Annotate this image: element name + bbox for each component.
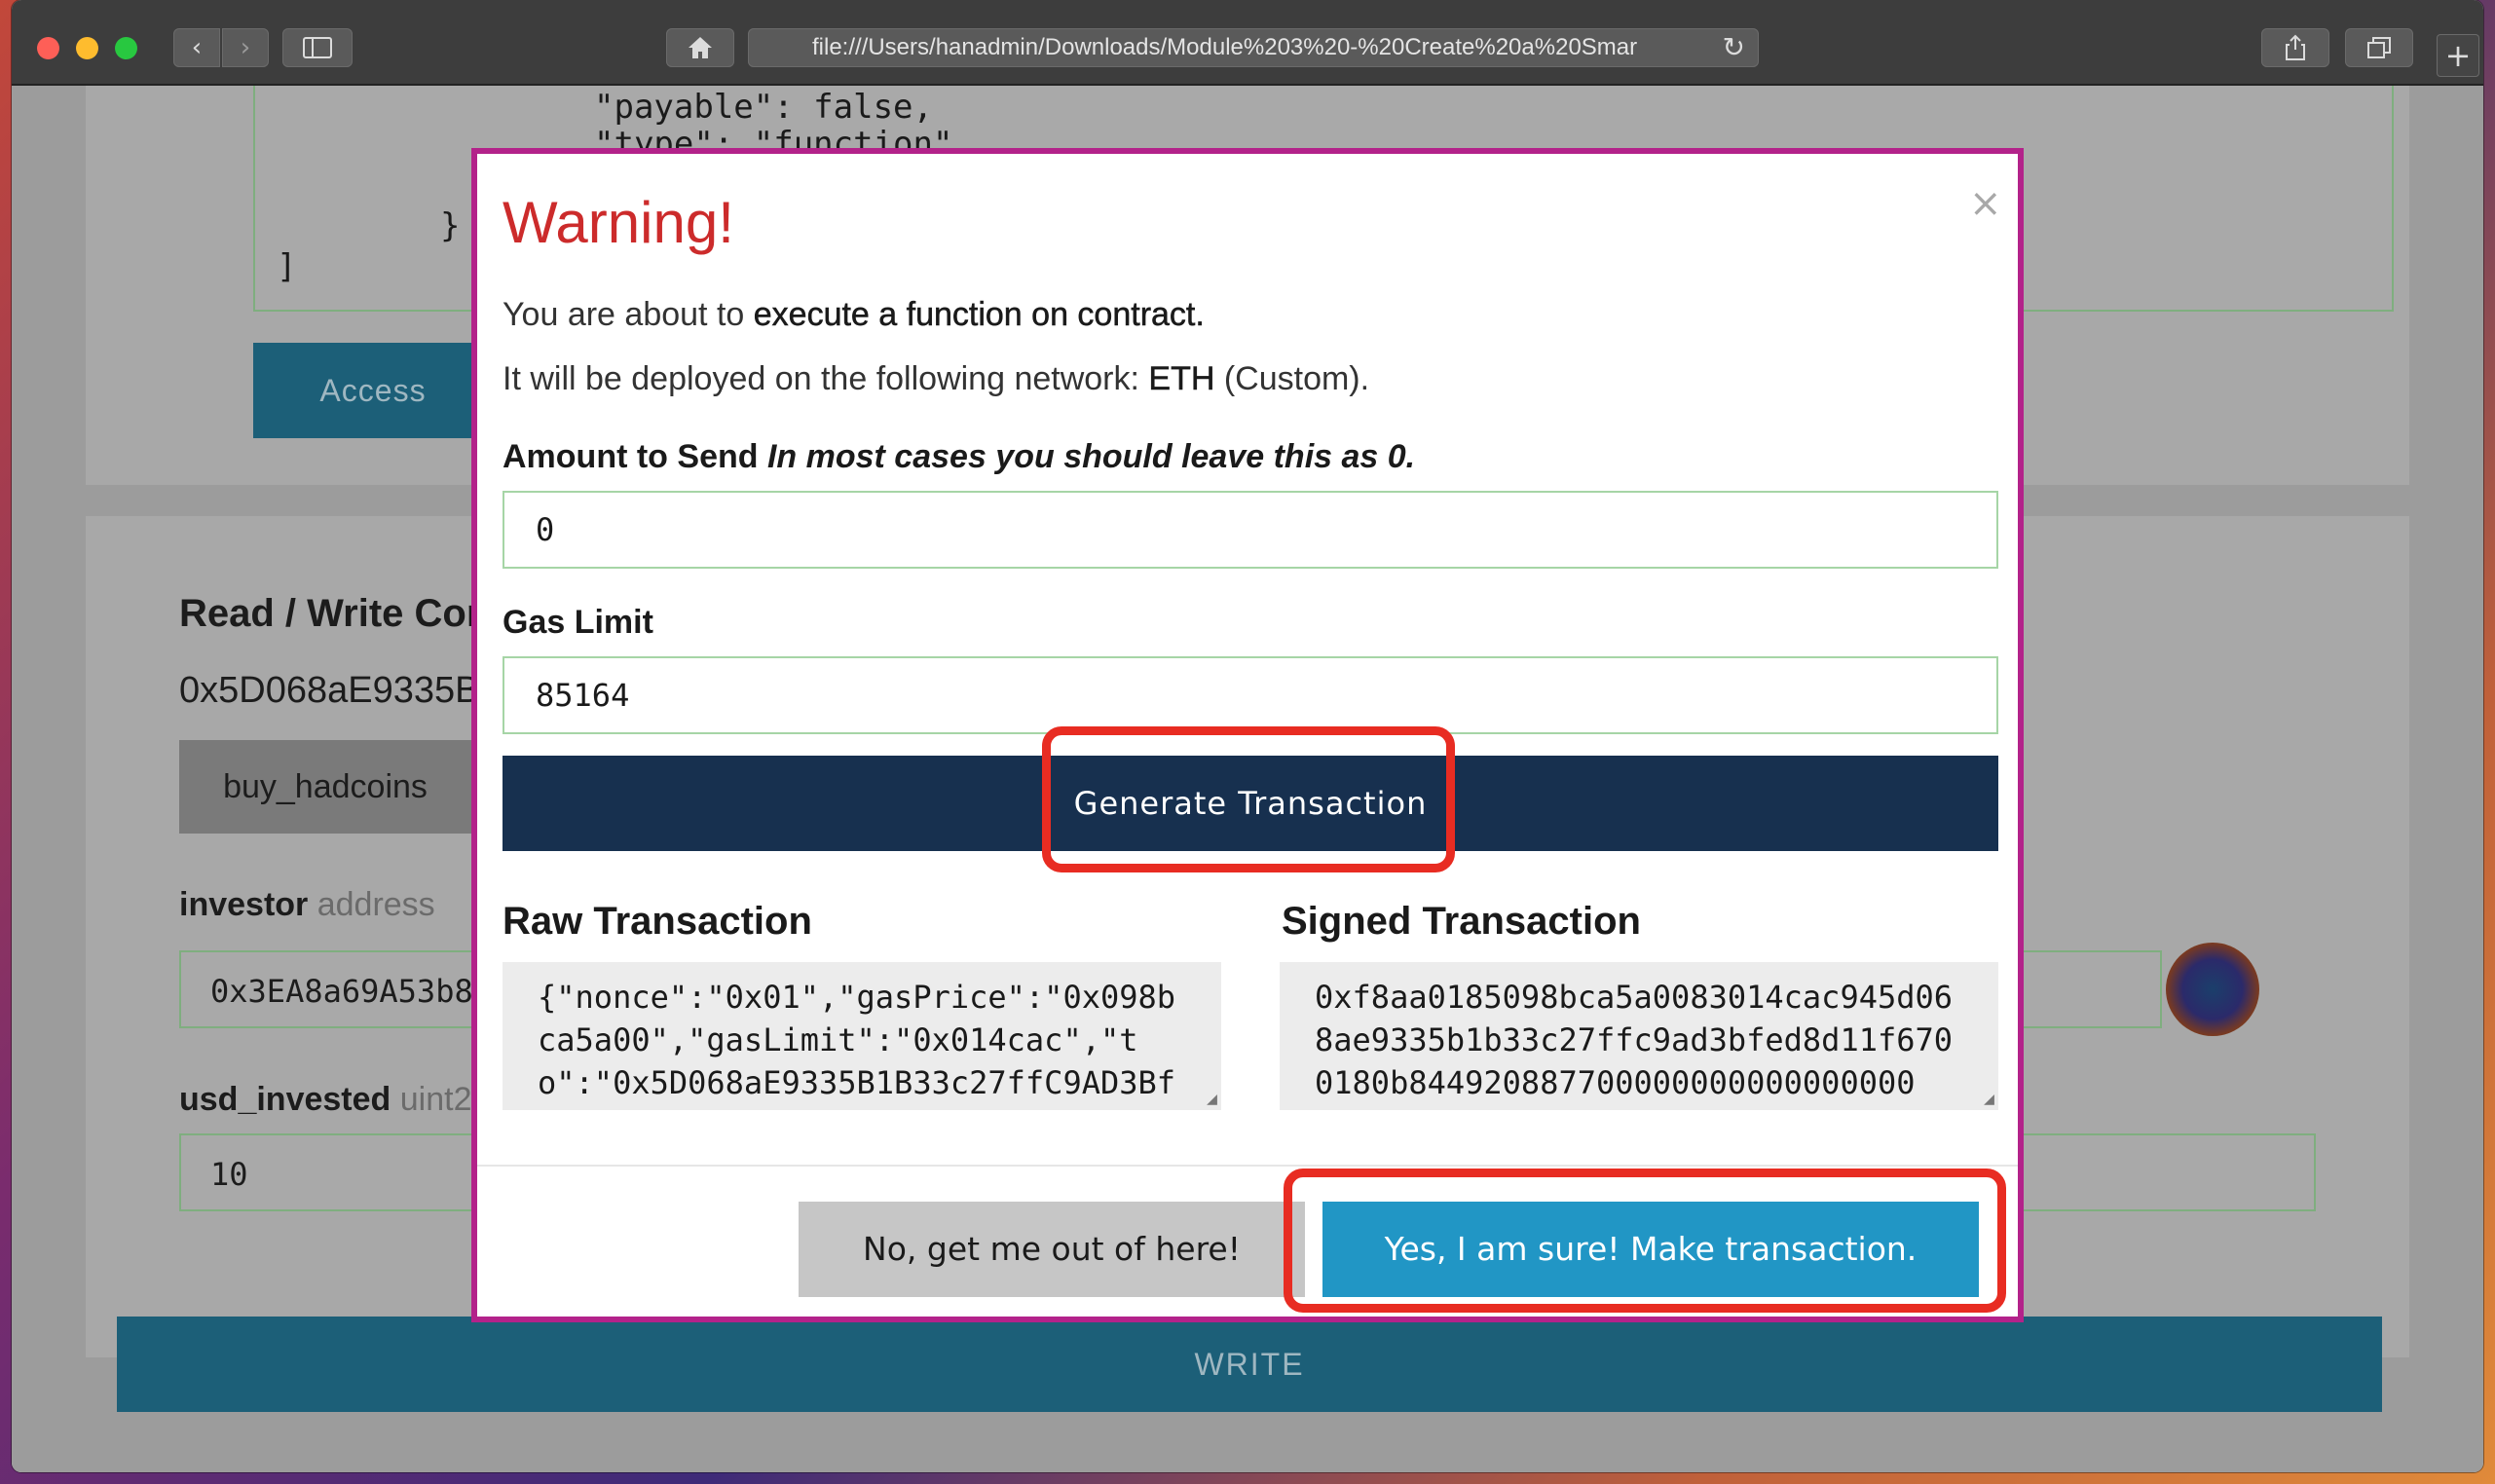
signed-transaction-title: Signed Transaction: [1282, 900, 1641, 943]
home-icon: [689, 37, 712, 58]
param-name: investor: [179, 886, 309, 923]
gas-limit-input[interactable]: 85164: [503, 656, 1998, 734]
signed-transaction-value: 0xf8aa0185098bca5a0083014cac945d068ae933…: [1315, 979, 1954, 1101]
abi-line: }: [440, 206, 461, 245]
chevron-right-icon: ›: [240, 33, 251, 62]
section-title: Read / Write Contract: [179, 592, 491, 635]
address-identicon: [2166, 943, 2259, 1036]
url-text: file:///Users/hanadmin/Downloads/Module%…: [812, 34, 1638, 60]
gas-limit-label: Gas Limit: [503, 604, 653, 641]
plus-icon: +: [2444, 37, 2472, 74]
raw-transaction-title: Raw Transaction: [503, 900, 812, 943]
address-bar[interactable]: file:///Users/hanadmin/Downloads/Module%…: [748, 28, 1759, 67]
resize-grip-icon[interactable]: ◢: [1207, 1091, 1217, 1108]
abi-line: ]: [277, 247, 297, 286]
message-emphasis: execute a function on contract.: [753, 296, 1205, 334]
sidebar-icon: [303, 37, 332, 58]
network-name: ETH: [1148, 360, 1215, 398]
browser-toolbar: ‹ › file:///Users/hanadmin/Downloads/Mod…: [12, 0, 2483, 86]
modal-footer-divider: [477, 1165, 2018, 1167]
share-icon: [2286, 34, 2305, 60]
chevron-left-icon: ‹: [191, 33, 203, 62]
reload-icon[interactable]: ↻: [1723, 28, 1745, 67]
share-button[interactable]: [2261, 28, 2329, 67]
cancel-button[interactable]: No, get me out of here!: [799, 1202, 1305, 1297]
execute-message: You are about to execute a function on c…: [503, 296, 1205, 334]
amount-label: Amount to Send In most cases you should …: [503, 438, 1415, 476]
message-text: You are about to: [503, 296, 754, 333]
minimize-window-button[interactable]: [76, 37, 98, 59]
usd-invested-label: usd_invested uint256: [179, 1081, 491, 1119]
amount-input[interactable]: 0: [503, 491, 1998, 569]
close-window-button[interactable]: [37, 37, 59, 59]
back-button[interactable]: ‹: [173, 28, 220, 67]
new-tab-button[interactable]: +: [2437, 34, 2479, 77]
close-icon[interactable]: ×: [1969, 181, 2002, 226]
abi-line: "payable": false,: [594, 88, 933, 127]
resize-grip-icon[interactable]: ◢: [1984, 1091, 1994, 1108]
access-button[interactable]: Access: [253, 343, 493, 438]
write-button[interactable]: WRITE: [117, 1317, 2382, 1412]
home-button[interactable]: [666, 28, 734, 67]
message-text: It will be deployed on the following net…: [503, 360, 1149, 397]
message-text: (Custom).: [1214, 360, 1370, 397]
sidebar-toggle-button[interactable]: [282, 28, 353, 67]
zoom-window-button[interactable]: [115, 37, 137, 59]
show-tabs-button[interactable]: [2345, 28, 2413, 67]
network-message: It will be deployed on the following net…: [503, 360, 1369, 398]
param-type: address: [317, 886, 435, 923]
modal-title: Warning!: [503, 190, 734, 255]
contract-address: 0x5D068aE9335B1B33c27ffC9AD3B: [179, 670, 491, 711]
investor-label: investor address: [179, 886, 491, 924]
tabs-icon: [2367, 37, 2391, 58]
function-select-button[interactable]: buy_hadcoins: [179, 740, 471, 834]
raw-transaction-textarea[interactable]: {"nonce":"0x01","gasPrice":"0x098bca5a00…: [503, 962, 1221, 1110]
forward-button[interactable]: ›: [222, 28, 269, 67]
raw-transaction-value: {"nonce":"0x01","gasPrice":"0x098bca5a00…: [538, 979, 1176, 1110]
amount-hint: In most cases you should leave this as 0…: [766, 438, 1416, 475]
param-name: usd_invested: [179, 1081, 391, 1118]
annotation-highlight-confirm: [1284, 1169, 2006, 1313]
amount-label-text: Amount to Send: [503, 438, 767, 475]
annotation-highlight-generate: [1042, 726, 1455, 872]
signed-transaction-textarea[interactable]: 0xf8aa0185098bca5a0083014cac945d068ae933…: [1280, 962, 1998, 1110]
